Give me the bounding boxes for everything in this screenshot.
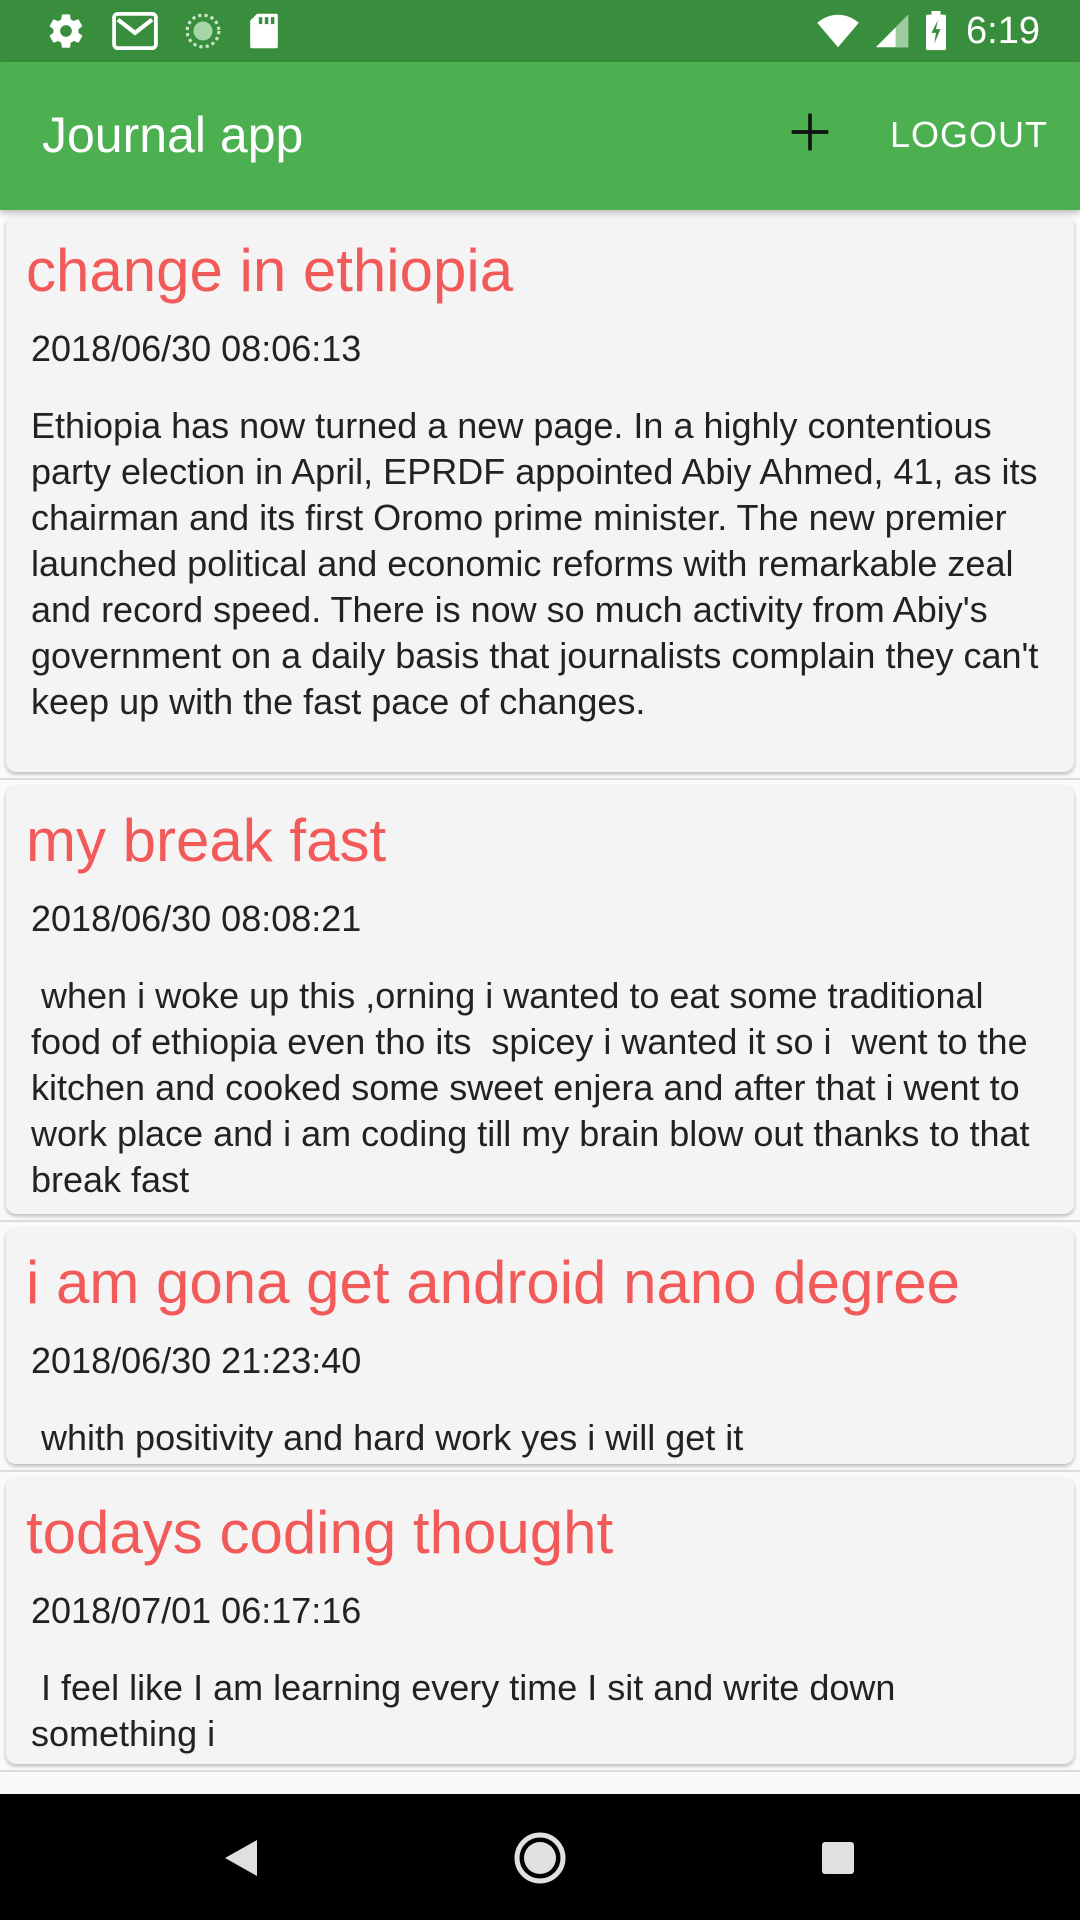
add-entry-button[interactable] — [780, 102, 840, 162]
entry-title: todays coding thought — [26, 1499, 614, 1566]
back-triangle-icon — [225, 1840, 257, 1876]
gmail-icon — [112, 12, 158, 50]
list-divider — [0, 1770, 1080, 1772]
plus-icon — [791, 113, 829, 151]
recents-button[interactable] — [810, 1830, 866, 1886]
journal-entry-card[interactable]: i am gona get android nano degree 2018/0… — [6, 1228, 1074, 1464]
wifi-icon — [816, 13, 860, 49]
entry-title: change in ethiopia — [26, 237, 514, 304]
app-bar: Journal app LOGOUT — [0, 62, 1080, 210]
entry-date: 2018/07/01 06:17:16 — [31, 1590, 362, 1631]
recents-square-icon — [822, 1842, 854, 1874]
list-divider — [0, 1220, 1080, 1222]
logout-button[interactable]: LOGOUT — [890, 114, 1048, 156]
home-circle-icon — [514, 1832, 566, 1884]
signal-icon — [874, 13, 910, 49]
entry-body: whith positivity and hard work yes i wil… — [31, 1417, 744, 1458]
navigation-bar — [0, 1794, 1080, 1920]
status-time: 6:19 — [966, 9, 1040, 52]
back-button[interactable] — [213, 1830, 269, 1886]
app-title: Journal app — [42, 107, 304, 163]
settings-icon — [46, 11, 86, 51]
status-system-icons: 6:19 — [802, 10, 1040, 52]
entry-title: my break fast — [26, 807, 387, 874]
sd-card-icon — [248, 12, 280, 50]
home-button[interactable] — [512, 1830, 568, 1886]
entry-body: when i woke up this ,orning i wanted to … — [31, 975, 1040, 1200]
entry-date: 2018/06/30 08:08:21 — [31, 898, 362, 939]
entry-date: 2018/06/30 21:23:40 — [31, 1340, 362, 1381]
battery-charging-icon — [924, 11, 948, 51]
journal-entry-card[interactable]: my break fast 2018/06/30 08:08:21 when i… — [6, 786, 1074, 1214]
sync-icon — [184, 12, 222, 50]
journal-entry-card[interactable]: todays coding thought 2018/07/01 06:17:1… — [6, 1478, 1074, 1764]
entry-title: i am gona get android nano degree — [26, 1249, 961, 1316]
journal-entry-card[interactable]: change in ethiopia 2018/06/30 08:06:13 E… — [6, 216, 1074, 772]
entry-date: 2018/06/30 08:06:13 — [31, 328, 362, 369]
status-bar: 6:19 — [0, 0, 1080, 62]
entry-body: Ethiopia has now turned a new page. In a… — [31, 405, 1049, 722]
list-divider — [0, 778, 1080, 780]
list-divider — [0, 1470, 1080, 1472]
status-notification-icons — [46, 12, 306, 50]
journal-entry-list[interactable]: change in ethiopia 2018/06/30 08:06:13 E… — [0, 210, 1080, 1794]
entry-body: I feel like I am learning every time I s… — [31, 1667, 906, 1754]
